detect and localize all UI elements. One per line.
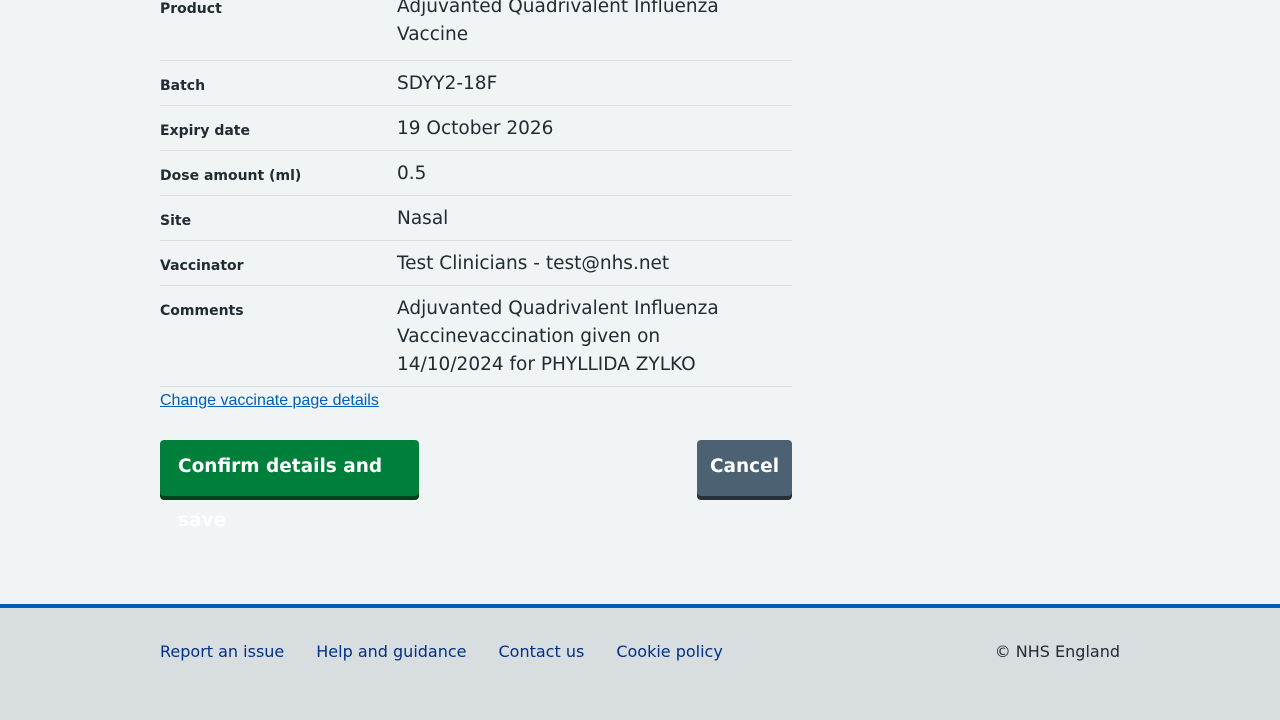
footer-links: Report an issue Help and guidance Contac… [160,642,723,661]
summary-value: 19 October 2026 [397,118,554,139]
change-details-link[interactable]: Change vaccinate page details [160,392,379,410]
summary-row-batch: Batch SDYY2-18F [160,61,792,106]
confirm-save-button[interactable]: Confirm details and save [160,440,419,531]
cancel-button[interactable]: Cancel [697,440,792,496]
summary-value: Test Clinicians - test@nhs.net [397,253,670,274]
summary-value: Adjuvanted Quadrivalent Influenza Vaccin… [397,0,719,45]
summary-row-site: Site Nasal [160,196,792,241]
footer-link-help[interactable]: Help and guidance [316,642,466,661]
page: Product Adjuvanted Quadrivalent Influenz… [0,0,1280,720]
summary-row-product: Product Adjuvanted Quadrivalent Influenz… [160,0,792,61]
copyright-text: © NHS England [994,642,1120,661]
footer: Report an issue Help and guidance Contac… [0,604,1280,720]
footer-link-cookie-policy[interactable]: Cookie policy [616,642,723,661]
summary-key: Vaccinator [160,258,244,274]
summary-row-expiry: Expiry date 19 October 2026 [160,106,792,151]
summary-key: Comments [160,303,244,319]
summary-value: Nasal [397,208,449,229]
footer-link-contact[interactable]: Contact us [499,642,585,661]
summary-key: Site [160,213,192,229]
summary-key: Product [160,1,222,17]
summary-value: 0.5 [397,163,427,184]
summary-key: Dose amount (ml) [160,168,302,184]
vaccination-summary-list: Product Adjuvanted Quadrivalent Influenz… [160,0,792,387]
summary-key: Expiry date [160,123,250,139]
summary-value: Adjuvanted Quadrivalent Influenza Vaccin… [397,298,719,375]
summary-row-comments: Comments Adjuvanted Quadrivalent Influen… [160,286,792,387]
summary-row-dose: Dose amount (ml) 0.5 [160,151,792,196]
summary-key: Batch [160,78,206,94]
summary-row-vaccinator: Vaccinator Test Clinicians - test@nhs.ne… [160,241,792,286]
summary-value: SDYY2-18F [397,73,498,94]
footer-link-report-issue[interactable]: Report an issue [160,642,284,661]
